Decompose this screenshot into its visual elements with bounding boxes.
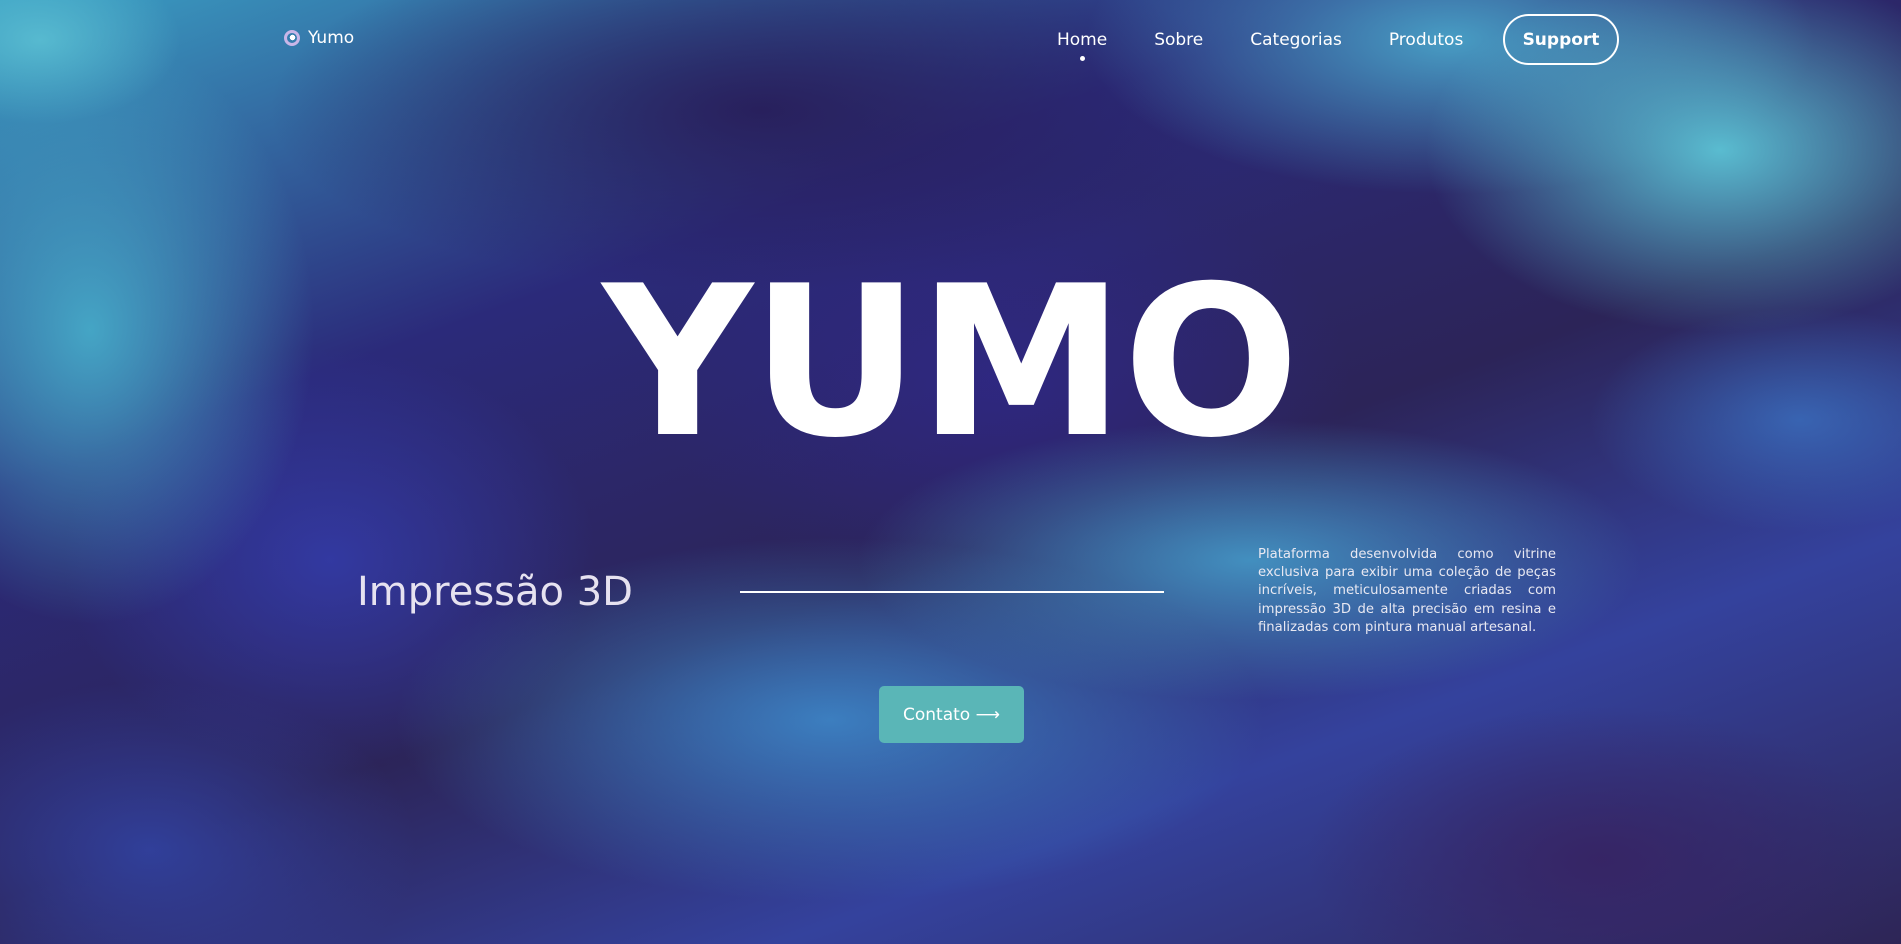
nav-item-home[interactable]: Home (1057, 30, 1107, 61)
divider-line (740, 591, 1164, 593)
brand-name: Yumo (308, 28, 355, 48)
hero-subtitle: Impressão 3D (357, 569, 633, 615)
active-indicator-dot (1080, 56, 1086, 61)
support-button[interactable]: Support (1503, 14, 1619, 65)
contact-button[interactable]: Contato ⟶ (879, 686, 1024, 743)
landing-page: Yumo Home Sobre Categorias Produtos Supp… (0, 0, 1901, 944)
hero-description: Plataforma desenvolvida como vitrine exc… (1258, 547, 1556, 635)
nav-item-produtos[interactable]: Produtos (1389, 30, 1463, 50)
nav-item-categorias[interactable]: Categorias (1250, 30, 1342, 50)
top-navigation: Yumo Home Sobre Categorias Produtos Supp… (0, 0, 1901, 80)
hero-title: YUMO (602, 242, 1299, 484)
brand-logo-link[interactable]: Yumo (284, 28, 354, 48)
ring-logo-icon (284, 30, 300, 46)
nav-item-sobre[interactable]: Sobre (1154, 30, 1203, 50)
main-menu: Home Sobre Categorias Produtos (1057, 30, 1463, 61)
